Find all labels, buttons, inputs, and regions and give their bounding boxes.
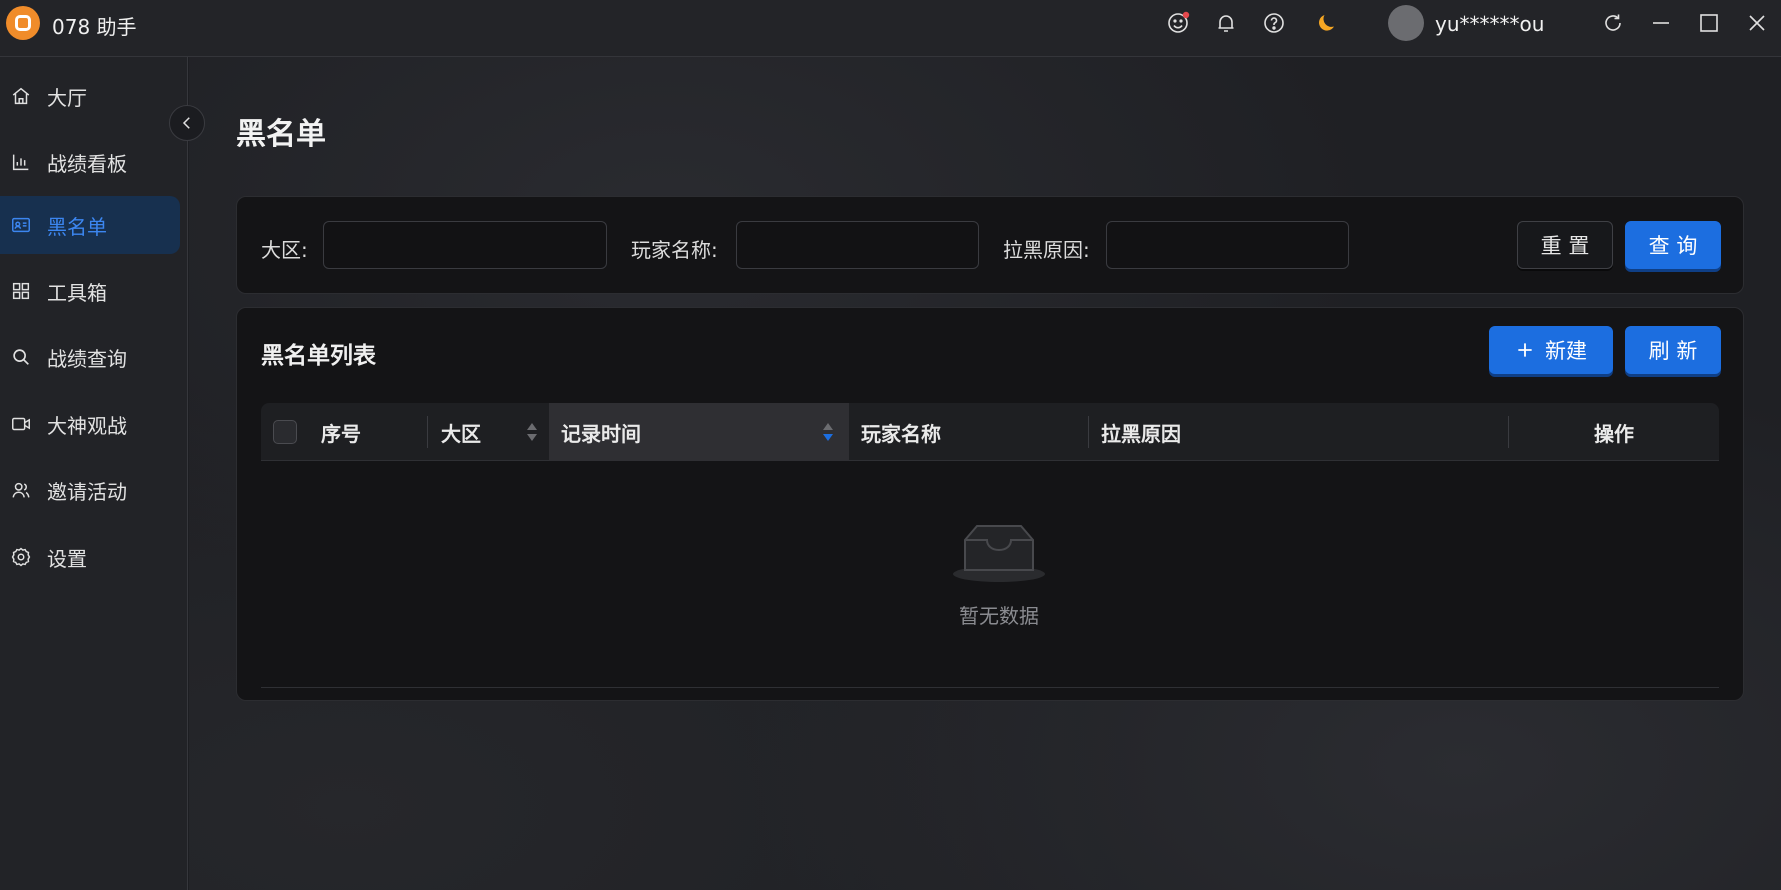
search-icon <box>10 346 32 368</box>
sidebar-item-label: 战绩查询 <box>47 346 127 371</box>
sidebar-item-settings[interactable]: 设置 <box>0 528 180 586</box>
gear-icon <box>10 546 32 568</box>
new-button[interactable]: 新建 <box>1489 326 1613 374</box>
plus-icon <box>1518 343 1532 357</box>
empty-text: 暂无数据 <box>959 604 1039 628</box>
grid-icon <box>10 280 32 302</box>
table-header: 序号 大区 记录时间 玩家名称 拉黑原因 操作 <box>261 403 1719 461</box>
sidebar-item-label: 大厅 <box>47 85 87 110</box>
sidebar: 大厅 战绩看板 黑名单 工具箱 战绩查询 大神观战 邀请活动 设置 <box>0 57 188 890</box>
refresh-icon[interactable] <box>1601 11 1625 35</box>
sidebar-item-label: 工具箱 <box>47 280 107 305</box>
sidebar-item-label: 设置 <box>47 546 87 571</box>
player-name-input[interactable] <box>736 221 979 269</box>
chevron-left-icon <box>182 117 190 129</box>
chart-icon <box>10 151 32 173</box>
sidebar-item-label: 大神观战 <box>47 413 127 438</box>
maximize-icon[interactable] <box>1697 11 1721 35</box>
column-record-time[interactable]: 记录时间 <box>549 403 849 461</box>
sidebar-item-lobby[interactable]: 大厅 <box>0 67 180 125</box>
table-bottom-divider <box>261 687 1719 688</box>
sidebar-item-label: 黑名单 <box>47 214 107 239</box>
region-label: 大区: <box>261 238 308 262</box>
sidebar-item-label: 邀请活动 <box>47 479 127 504</box>
sidebar-item-blacklist[interactable]: 黑名单 <box>0 196 180 254</box>
sort-icon <box>527 423 537 441</box>
sidebar-collapse-button[interactable] <box>169 105 205 141</box>
column-region[interactable]: 大区 <box>441 403 549 461</box>
smile-icon[interactable] <box>1166 11 1190 35</box>
close-icon[interactable] <box>1745 11 1769 35</box>
refresh-button[interactable]: 刷 新 <box>1625 326 1721 374</box>
blacklist-panel: 黑名单列表 新建 刷 新 序号 大区 记录时间 玩家名称 拉黑原因 操作 暂无数… <box>236 307 1744 701</box>
moon-icon[interactable] <box>1315 11 1339 35</box>
region-input[interactable] <box>323 221 607 269</box>
sidebar-item-spectate[interactable]: 大神观战 <box>0 395 180 453</box>
reason-input[interactable] <box>1106 221 1349 269</box>
main-content: 黑名单 大区: 玩家名称: 拉黑原因: 重 置 查 询 黑名单列表 新建 刷 新… <box>189 57 1781 890</box>
reason-label: 拉黑原因: <box>1003 238 1090 262</box>
sidebar-item-label: 战绩看板 <box>47 151 127 176</box>
sidebar-item-toolbox[interactable]: 工具箱 <box>0 262 180 320</box>
id-card-icon <box>10 214 32 236</box>
avatar[interactable] <box>1388 5 1424 41</box>
sidebar-item-stats-board[interactable]: 战绩看板 <box>0 133 180 191</box>
title-bar: 078 助手 yu******ou <box>0 0 1781 57</box>
bell-icon[interactable] <box>1214 11 1238 35</box>
home-icon <box>10 85 32 107</box>
app-logo <box>6 6 40 40</box>
player-name-label: 玩家名称: <box>631 238 718 262</box>
help-icon[interactable] <box>1262 11 1286 35</box>
list-title: 黑名单列表 <box>261 343 376 369</box>
app-title: 078 助手 <box>52 15 137 39</box>
column-reason: 拉黑原因 <box>1101 421 1181 446</box>
video-icon <box>10 413 32 435</box>
minimize-icon[interactable] <box>1649 11 1673 35</box>
new-button-label: 新建 <box>1545 339 1587 363</box>
empty-box-icon <box>953 525 1045 582</box>
sort-desc-icon <box>823 423 833 441</box>
filter-panel: 大区: 玩家名称: 拉黑原因: 重 置 查 询 <box>236 196 1744 294</box>
column-region-label: 大区 <box>441 421 481 446</box>
column-actions: 操作 <box>1594 421 1634 446</box>
user-name[interactable]: yu******ou <box>1435 12 1544 36</box>
reset-button[interactable]: 重 置 <box>1517 221 1613 269</box>
column-player-name: 玩家名称 <box>861 421 941 446</box>
sidebar-item-invite[interactable]: 邀请活动 <box>0 461 180 519</box>
column-record-time-label: 记录时间 <box>561 421 641 446</box>
page-title: 黑名单 <box>236 117 326 152</box>
query-button[interactable]: 查 询 <box>1625 221 1721 269</box>
users-icon <box>10 479 32 501</box>
column-index: 序号 <box>321 421 361 446</box>
select-all-checkbox[interactable] <box>273 420 297 444</box>
sidebar-item-stats-query[interactable]: 战绩查询 <box>0 328 180 386</box>
